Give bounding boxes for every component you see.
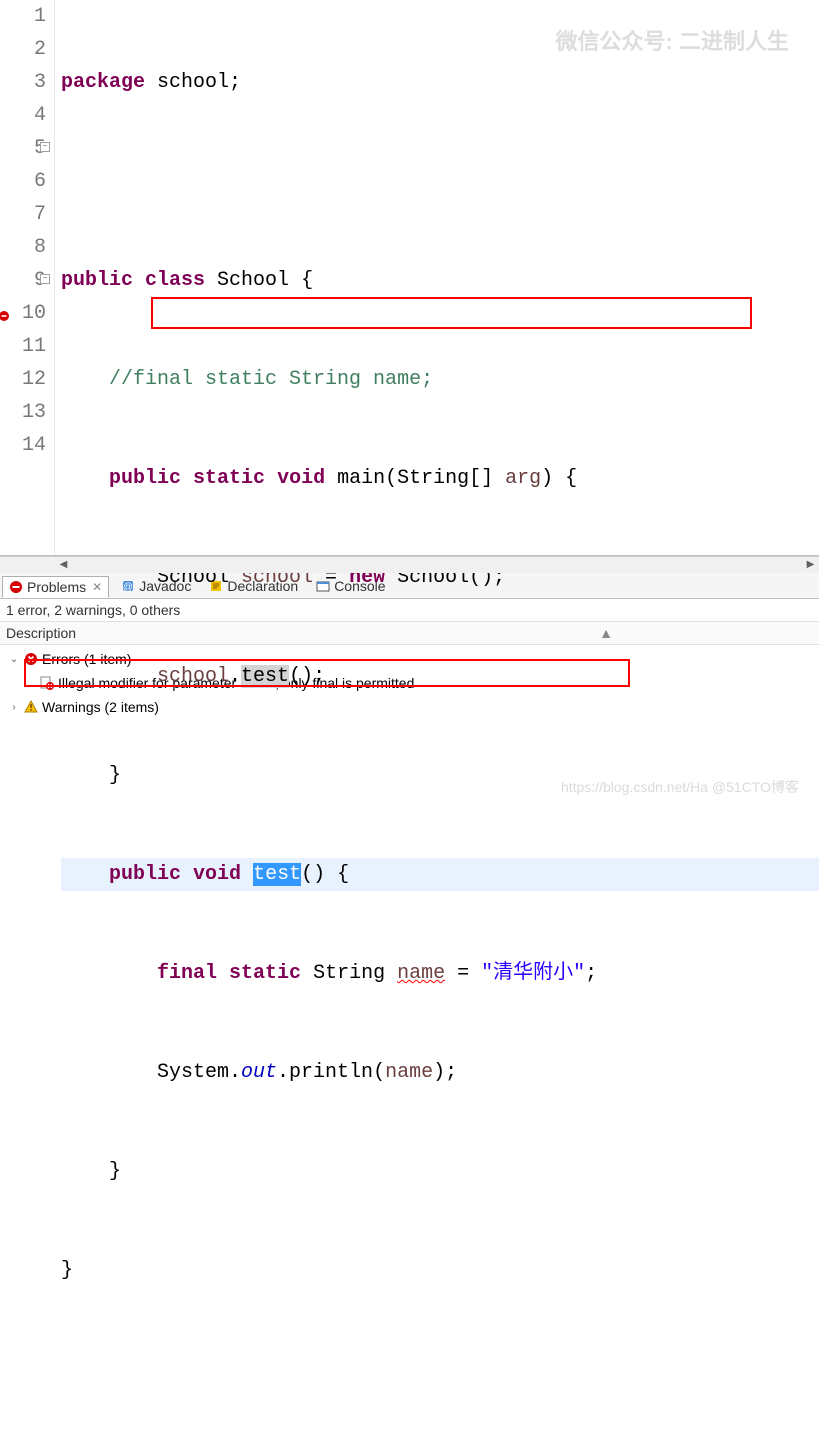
keyword: void [193, 863, 241, 886]
brace: } [61, 1259, 73, 1282]
line-number: 4 [34, 104, 46, 127]
line-number: 13 [22, 401, 46, 424]
horizontal-scrollbar[interactable]: ◀ ▶ [0, 556, 819, 573]
scroll-right-button[interactable]: ▶ [802, 557, 819, 572]
line-number: 7 [34, 203, 46, 226]
code-text: = [445, 962, 481, 985]
line-number: 6 [34, 170, 46, 193]
code-text: () { [301, 863, 349, 886]
brace: } [109, 1160, 121, 1183]
code-text: .println( [277, 1061, 385, 1084]
keyword: public [109, 467, 181, 490]
method-call: test [241, 665, 289, 688]
code-text [241, 863, 253, 886]
expand-toggle-icon[interactable]: ⌄ [8, 653, 20, 665]
line-number: 14 [22, 434, 46, 457]
string-literal: "清华附小" [481, 962, 585, 985]
line-number: 1 [34, 5, 46, 28]
current-line: public void test() { [61, 858, 819, 891]
code-text: school; [145, 71, 241, 94]
error-marker-icon[interactable] [0, 311, 5, 317]
error-icon [24, 652, 38, 666]
keyword: class [145, 269, 205, 292]
close-tab-icon[interactable]: ✕ [92, 580, 102, 594]
line-number: 11 [22, 335, 46, 358]
code-text: (); [289, 665, 325, 688]
variable: school [157, 665, 229, 688]
scroll-left-button[interactable]: ◀ [55, 557, 72, 572]
code-text: main(String[] [325, 467, 505, 490]
code-text: . [229, 665, 241, 688]
keyword: public [61, 269, 133, 292]
code-text: ) { [541, 467, 577, 490]
line-number-gutter: 1 2 3 4 5− 6 7 8 9− 10 11 12 13 14 [0, 0, 55, 555]
keyword: final [157, 962, 217, 985]
variable: name [385, 1061, 433, 1084]
expand-toggle-icon[interactable]: › [8, 701, 20, 713]
variable-error: name [397, 962, 445, 985]
selected-text: test [253, 863, 301, 886]
keyword: static [229, 962, 301, 985]
line-number: 10 [22, 302, 46, 325]
watermark-text: https://blog.csdn.net/Ha @51CTO博客 [561, 777, 799, 797]
line-number: 12 [22, 368, 46, 391]
line-number: 3 [34, 71, 46, 94]
java-error-icon [40, 676, 54, 690]
comment: //final static String name; [109, 368, 433, 391]
keyword: package [61, 71, 145, 94]
code-text: String [301, 962, 397, 985]
line-number: 8 [34, 236, 46, 259]
watermark-text: 微信公众号: 二进制人生 [556, 24, 789, 56]
code-text: System. [157, 1061, 241, 1084]
keyword: static [193, 467, 265, 490]
code-text: ; [585, 962, 597, 985]
code-text: ); [433, 1061, 457, 1084]
problems-icon [9, 580, 23, 594]
warning-icon [24, 700, 38, 714]
keyword: public [109, 863, 181, 886]
code-content[interactable]: package school; public class School { //… [55, 0, 819, 555]
code-text: School { [205, 269, 313, 292]
tab-label: Problems [27, 579, 86, 595]
static-field: out [241, 1061, 277, 1084]
brace: } [109, 764, 121, 787]
line-number: 2 [34, 38, 46, 61]
parameter: arg [505, 467, 541, 490]
tab-problems[interactable]: Problems ✕ [2, 576, 109, 598]
keyword: void [277, 467, 325, 490]
fold-toggle[interactable]: − [40, 142, 50, 152]
fold-toggle[interactable]: − [40, 274, 50, 284]
code-editor[interactable]: 1 2 3 4 5− 6 7 8 9− 10 11 12 13 14 packa… [0, 0, 819, 556]
